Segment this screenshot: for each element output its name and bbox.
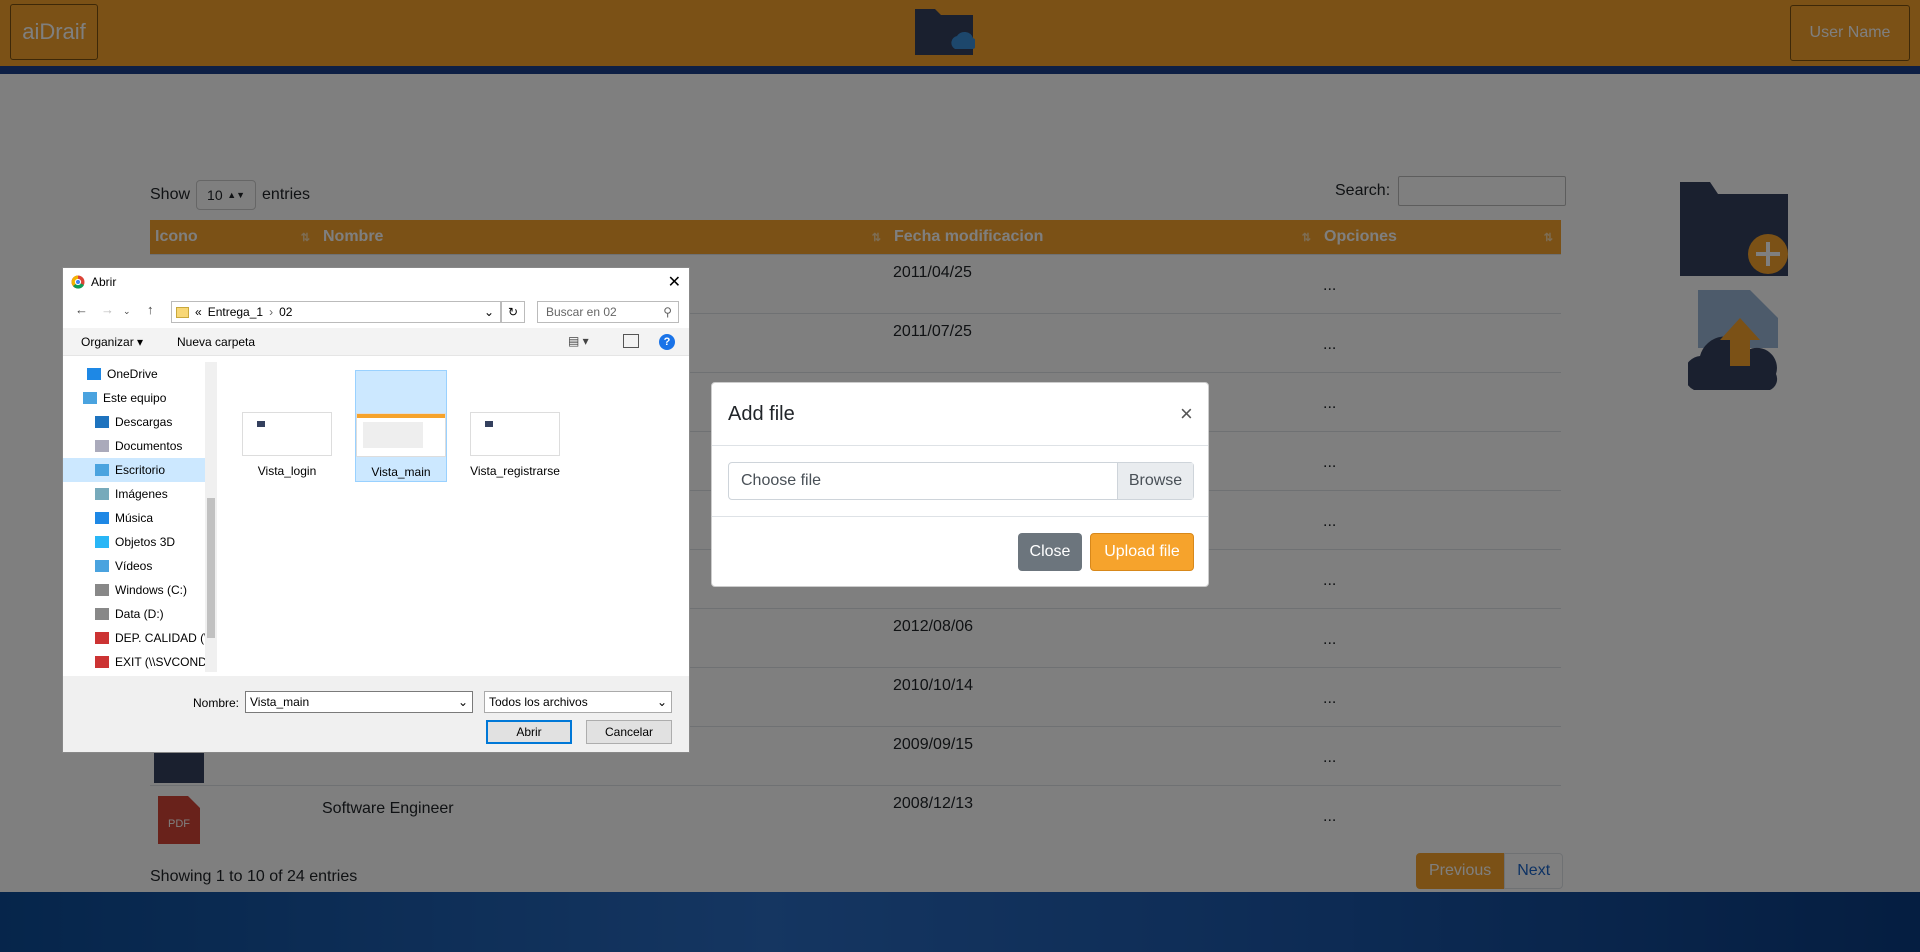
- divider: [712, 516, 1208, 517]
- dialog-search-placeholder: Buscar en 02: [546, 305, 617, 319]
- up-arrow-icon[interactable]: ↑: [147, 302, 154, 317]
- back-arrow-icon[interactable]: ←: [75, 302, 88, 317]
- file-name: Vista_login: [257, 464, 317, 478]
- 3d-icon: [95, 536, 109, 548]
- path-segment[interactable]: Entrega_1: [208, 305, 263, 319]
- chevron-down-icon[interactable]: ⌄: [458, 695, 468, 709]
- tree-item-label: Descargas: [115, 415, 173, 429]
- file-preview-image: [356, 413, 446, 457]
- refresh-icon[interactable]: ↻: [501, 301, 525, 323]
- folder-icon: [176, 306, 189, 318]
- dialog-close-icon[interactable]: ✕: [668, 272, 681, 292]
- preview-pane-icon[interactable]: [623, 334, 639, 348]
- cancel-button[interactable]: Cancelar: [586, 720, 672, 744]
- dialog-titlebar[interactable]: Abrir: [63, 268, 689, 296]
- chrome-icon: [71, 275, 85, 289]
- tree-item-label: Objetos 3D: [115, 535, 176, 549]
- tree-item-label: Documentos: [115, 439, 183, 453]
- forward-arrow-icon[interactable]: →: [101, 302, 114, 317]
- path-segment[interactable]: 02: [279, 305, 292, 319]
- filename-value: Vista_main: [250, 695, 310, 709]
- tree-item-label: Escritorio: [115, 463, 166, 477]
- tree-item[interactable]: OneDrive: [63, 362, 217, 386]
- tree-item-label: Música: [115, 511, 154, 525]
- tree-item[interactable]: DEP. CALIDAD (\: [63, 626, 217, 650]
- cloud-icon: [87, 368, 101, 380]
- video-icon: [95, 560, 109, 572]
- drive-icon: [95, 608, 109, 620]
- tree-item[interactable]: Música: [63, 506, 217, 530]
- modal-close-icon[interactable]: ×: [1180, 401, 1193, 427]
- tree-item-label: Windows (C:): [115, 583, 188, 597]
- dialog-search-input[interactable]: Buscar en 02 ⚲: [537, 301, 679, 323]
- drive-icon: [95, 584, 109, 596]
- organize-menu[interactable]: Organizar ▾: [81, 335, 143, 349]
- tree-item[interactable]: Imágenes: [63, 482, 217, 506]
- img-icon: [95, 488, 109, 500]
- browse-button[interactable]: Browse: [1117, 463, 1193, 499]
- path-overflow[interactable]: «: [195, 305, 202, 319]
- net-icon: [95, 632, 109, 644]
- file-preview-image: [242, 412, 332, 456]
- dialog-toolbar: Organizar ▾ Nueva carpeta ▤ ▾ ?: [63, 328, 689, 356]
- file-thumbnail[interactable]: Vista_registrarse: [469, 370, 561, 482]
- address-bar[interactable]: « Entrega_1 › 02 ⌄: [171, 301, 501, 323]
- dl-icon: [95, 416, 109, 428]
- file-name: Vista_registrarse: [470, 464, 560, 478]
- dialog-navbar: ← → ⌄ ↑ « Entrega_1 › 02 ⌄ ↻ Buscar en 0…: [63, 296, 689, 326]
- file-input[interactable]: Choose file Browse: [728, 462, 1194, 500]
- file-preview-image: [470, 412, 560, 456]
- tree-item-label: Vídeos: [115, 559, 153, 573]
- tree-item[interactable]: Windows (C:): [63, 578, 217, 602]
- help-icon[interactable]: ?: [659, 334, 675, 350]
- tree-item[interactable]: Descargas: [63, 410, 217, 434]
- file-name: Vista_main: [371, 465, 431, 479]
- new-folder-button[interactable]: Nueva carpeta: [177, 335, 255, 349]
- upload-file-button[interactable]: Upload file: [1090, 533, 1194, 571]
- path-separator: ›: [269, 305, 274, 319]
- filetype-value: Todos los archivos: [489, 695, 588, 709]
- chevron-down-icon: ⌄: [656, 695, 667, 709]
- close-button[interactable]: Close: [1018, 533, 1082, 571]
- tree-item[interactable]: Data (D:): [63, 602, 217, 626]
- filename-input[interactable]: Vista_main ⌄: [245, 691, 473, 713]
- search-icon: ⚲: [663, 305, 672, 319]
- chevron-down-icon[interactable]: ⌄: [484, 305, 494, 319]
- open-file-dialog: Abrir ✕ ← → ⌄ ↑ « Entrega_1 › 02 ⌄ ↻ Bus…: [62, 267, 690, 753]
- file-input-placeholder: Choose file: [741, 472, 822, 489]
- tree-item[interactable]: Vídeos: [63, 554, 217, 578]
- dialog-title: Abrir: [91, 275, 117, 289]
- music-icon: [95, 512, 109, 524]
- tree-item[interactable]: Escritorio: [63, 458, 217, 482]
- tree-item-label: Imágenes: [115, 487, 168, 501]
- open-button[interactable]: Abrir: [486, 720, 572, 744]
- dialog-footer: Nombre: Vista_main ⌄ Todos los archivos ⌄ …: [63, 676, 689, 752]
- file-thumbnail[interactable]: Vista_main: [355, 370, 447, 482]
- file-thumbnail[interactable]: Vista_login: [241, 370, 333, 482]
- view-options-icon[interactable]: ▤ ▾: [568, 334, 589, 348]
- doc-icon: [95, 440, 109, 452]
- tree-item-label: OneDrive: [107, 367, 158, 381]
- tree-item-label: EXIT (\\SVCOND: [115, 655, 207, 669]
- scrollbar-thumb[interactable]: [207, 498, 215, 638]
- tree-item[interactable]: Objetos 3D: [63, 530, 217, 554]
- pc-icon: [83, 392, 97, 404]
- tree-item-label: Data (D:): [115, 607, 164, 621]
- tree-item[interactable]: Documentos: [63, 434, 217, 458]
- recent-chevron-icon[interactable]: ⌄: [123, 306, 131, 317]
- add-file-modal: Add file × Choose file Browse Close Uplo…: [711, 382, 1209, 587]
- tree-item-label: DEP. CALIDAD (\: [115, 631, 208, 645]
- filetype-select[interactable]: Todos los archivos ⌄: [484, 691, 672, 713]
- modal-title: Add file: [728, 403, 795, 425]
- name-label: Nombre:: [193, 696, 240, 710]
- desk-icon: [95, 464, 109, 476]
- navigation-tree: OneDrive Este equipo Descargas Documentos Es…: [63, 362, 217, 672]
- tree-item[interactable]: EXIT (\\SVCOND: [63, 650, 217, 672]
- tree-item-label: Este equipo: [103, 391, 167, 405]
- tree-item[interactable]: Este equipo: [63, 386, 217, 410]
- net-icon: [95, 656, 109, 668]
- divider: [712, 445, 1208, 446]
